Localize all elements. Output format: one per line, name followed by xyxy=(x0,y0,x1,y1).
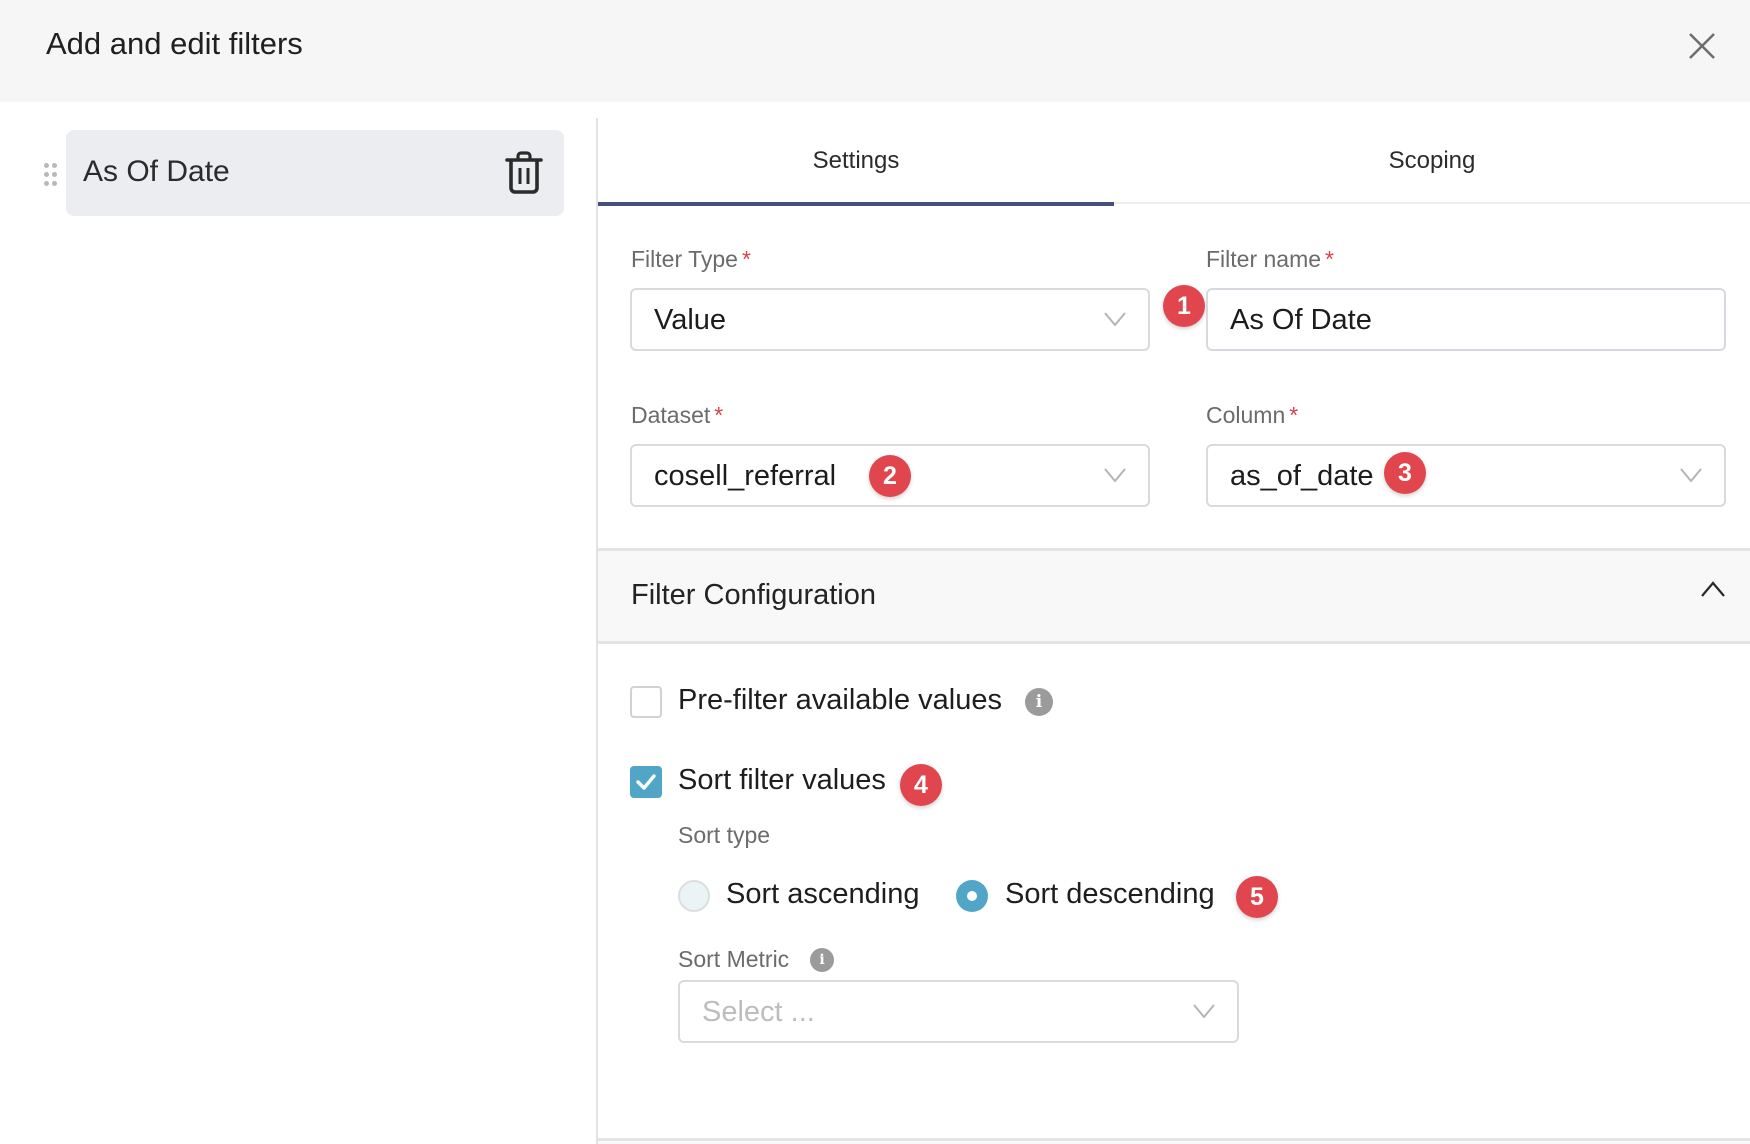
dataset-value: cosell_referral xyxy=(654,460,837,492)
dialog-title: Add and edit filters xyxy=(46,26,303,61)
required-marker: * xyxy=(1289,402,1299,428)
close-icon xyxy=(1689,33,1715,59)
filter-type-select[interactable]: Value xyxy=(630,288,1150,351)
filter-list-item-label: As Of Date xyxy=(83,155,230,188)
sort-ascending-label: Sort ascending xyxy=(726,878,920,910)
close-button[interactable] xyxy=(1686,30,1718,62)
prefilter-checkbox[interactable] xyxy=(630,686,662,718)
trash-icon xyxy=(505,151,543,194)
sort-metric-label: Sort Metric xyxy=(678,946,790,972)
filter-configuration-header[interactable]: Filter Configuration xyxy=(598,548,1750,644)
tab-scoping[interactable]: Scoping xyxy=(1114,118,1750,204)
required-marker: * xyxy=(741,246,751,272)
annotation-badge-2: 2 xyxy=(869,455,911,497)
annotation-badge-1: 1 xyxy=(1163,285,1205,327)
filter-name-value: As Of Date xyxy=(1230,304,1372,336)
dataset-label: Dataset * xyxy=(631,402,723,429)
column-value: as_of_date xyxy=(1230,460,1374,492)
chevron-down-icon xyxy=(1193,1004,1215,1018)
sort-filter-values-checkbox[interactable] xyxy=(630,766,662,798)
info-icon[interactable]: i xyxy=(810,948,834,972)
checkmark-icon xyxy=(636,774,656,790)
filter-name-input[interactable]: As Of Date xyxy=(1206,288,1726,351)
column-label: Column * xyxy=(1206,402,1298,429)
filter-name-label-text: Filter name xyxy=(1206,246,1322,272)
drag-handle-icon[interactable] xyxy=(44,163,58,187)
tab-bar: Settings Scoping xyxy=(598,118,1750,206)
required-marker: * xyxy=(714,402,724,428)
filter-list-item[interactable]: As Of Date xyxy=(66,130,564,216)
prefilter-label: Pre-filter available values xyxy=(678,684,1002,716)
filter-type-value: Value xyxy=(654,304,727,336)
chevron-down-icon xyxy=(1680,468,1702,482)
sort-filter-values-label: Sort filter values xyxy=(678,764,886,796)
chevron-down-icon xyxy=(1104,312,1126,326)
sort-ascending-radio[interactable] xyxy=(678,880,710,912)
dataset-label-text: Dataset xyxy=(631,402,711,428)
filter-type-label-text: Filter Type xyxy=(631,246,738,272)
delete-filter-button[interactable] xyxy=(504,151,544,195)
chevron-up-icon[interactable] xyxy=(1701,581,1725,597)
filter-configuration-title: Filter Configuration xyxy=(631,579,876,611)
sort-descending-label: Sort descending xyxy=(1005,878,1215,910)
info-icon[interactable]: i xyxy=(1025,688,1053,716)
sort-descending-radio[interactable] xyxy=(956,880,988,912)
annotation-badge-4: 4 xyxy=(900,764,942,806)
annotation-badge-3: 3 xyxy=(1384,452,1426,494)
filter-type-label: Filter Type * xyxy=(631,246,751,273)
filter-name-label: Filter name * xyxy=(1206,246,1334,273)
chevron-down-icon xyxy=(1104,468,1126,482)
column-label-text: Column xyxy=(1206,402,1286,428)
dialog-header: Add and edit filters xyxy=(0,0,1750,102)
sort-metric-select[interactable]: Select ... xyxy=(678,980,1239,1043)
required-marker: * xyxy=(1325,246,1334,272)
sort-type-label: Sort type xyxy=(678,822,771,848)
column-select[interactable]: as_of_date xyxy=(1206,444,1726,507)
tab-settings[interactable]: Settings xyxy=(598,118,1114,206)
sort-metric-placeholder: Select ... xyxy=(702,996,815,1028)
annotation-badge-5: 5 xyxy=(1236,876,1278,918)
